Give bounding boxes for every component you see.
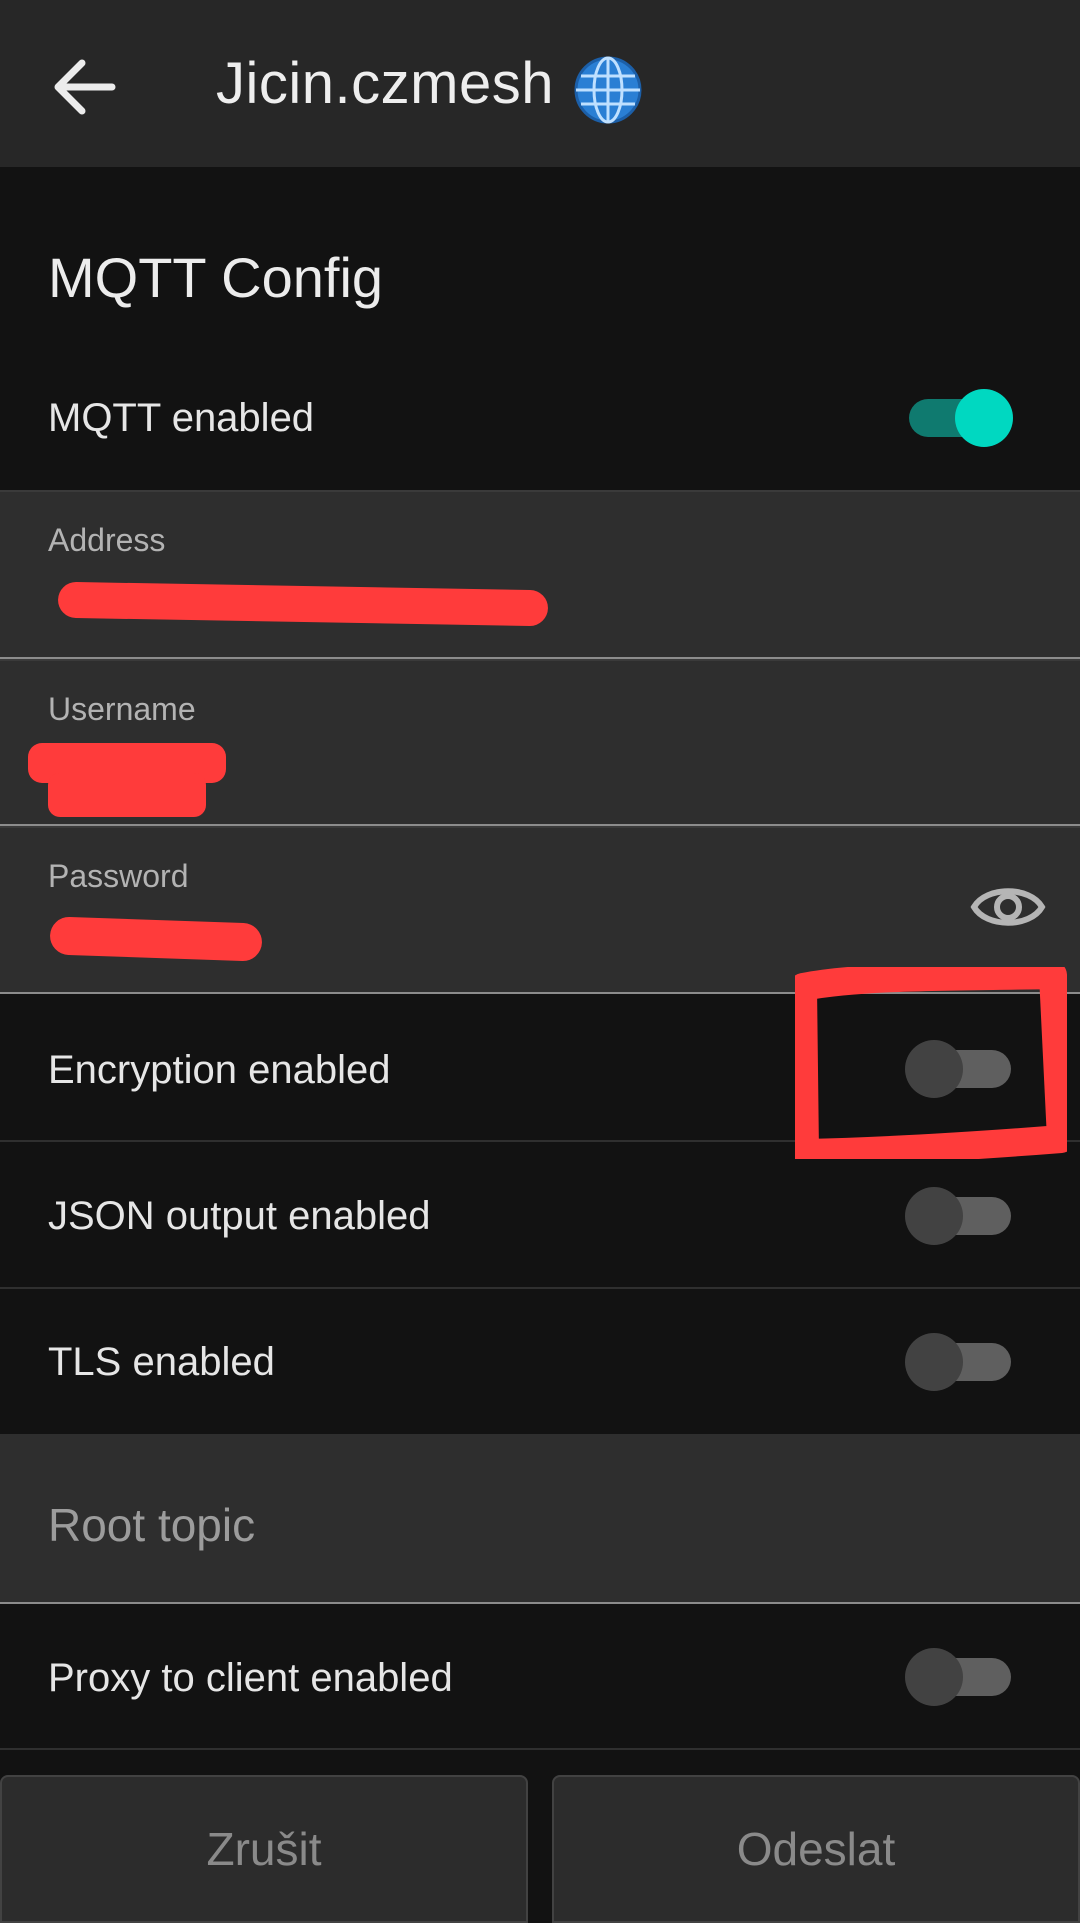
mqtt-enabled-toggle[interactable]	[905, 387, 1015, 447]
encryption-enabled-label: Encryption enabled	[48, 1048, 391, 1092]
top-app-bar: Jicin.czmesh	[0, 0, 1080, 167]
toggle-thumb	[955, 389, 1013, 447]
section-title: MQTT Config	[48, 246, 384, 309]
toggle-thumb	[905, 1648, 963, 1706]
proxy-to-client-enabled-toggle[interactable]	[905, 1646, 1015, 1706]
password-label: Password	[48, 858, 189, 894]
mqtt-enabled-label: MQTT enabled	[48, 396, 315, 440]
toggle-thumb	[905, 1187, 963, 1245]
address-label: Address	[48, 522, 166, 558]
tls-enabled-toggle[interactable]	[905, 1331, 1015, 1391]
submit-button[interactable]: Odeslat	[552, 1775, 1080, 1923]
redaction-mark	[49, 916, 263, 962]
username-field[interactable]: Username	[0, 659, 1080, 826]
root-topic-placeholder: Root topic	[48, 1499, 256, 1551]
page-title: Jicin.czmesh	[216, 51, 554, 116]
cancel-button[interactable]: Zrušit	[0, 1775, 528, 1923]
root-topic-field[interactable]: Root topic	[0, 1434, 1080, 1604]
globe-icon	[574, 56, 642, 124]
arrow-back-icon	[54, 59, 116, 115]
eye-icon[interactable]	[970, 878, 1046, 936]
divider	[0, 1748, 1080, 1750]
proxy-to-client-enabled-label: Proxy to client enabled	[48, 1656, 453, 1700]
username-label: Username	[48, 691, 196, 727]
toggle-thumb	[905, 1333, 963, 1391]
tls-enabled-label: TLS enabled	[48, 1340, 275, 1384]
back-button[interactable]	[50, 52, 120, 122]
json-output-enabled-toggle[interactable]	[905, 1185, 1015, 1245]
divider	[0, 1287, 1080, 1289]
redaction-mark	[48, 773, 206, 817]
address-field[interactable]: Address	[0, 490, 1080, 659]
json-output-enabled-label: JSON output enabled	[48, 1194, 431, 1238]
redaction-mark	[57, 581, 549, 627]
highlight-annotation	[795, 967, 1067, 1159]
